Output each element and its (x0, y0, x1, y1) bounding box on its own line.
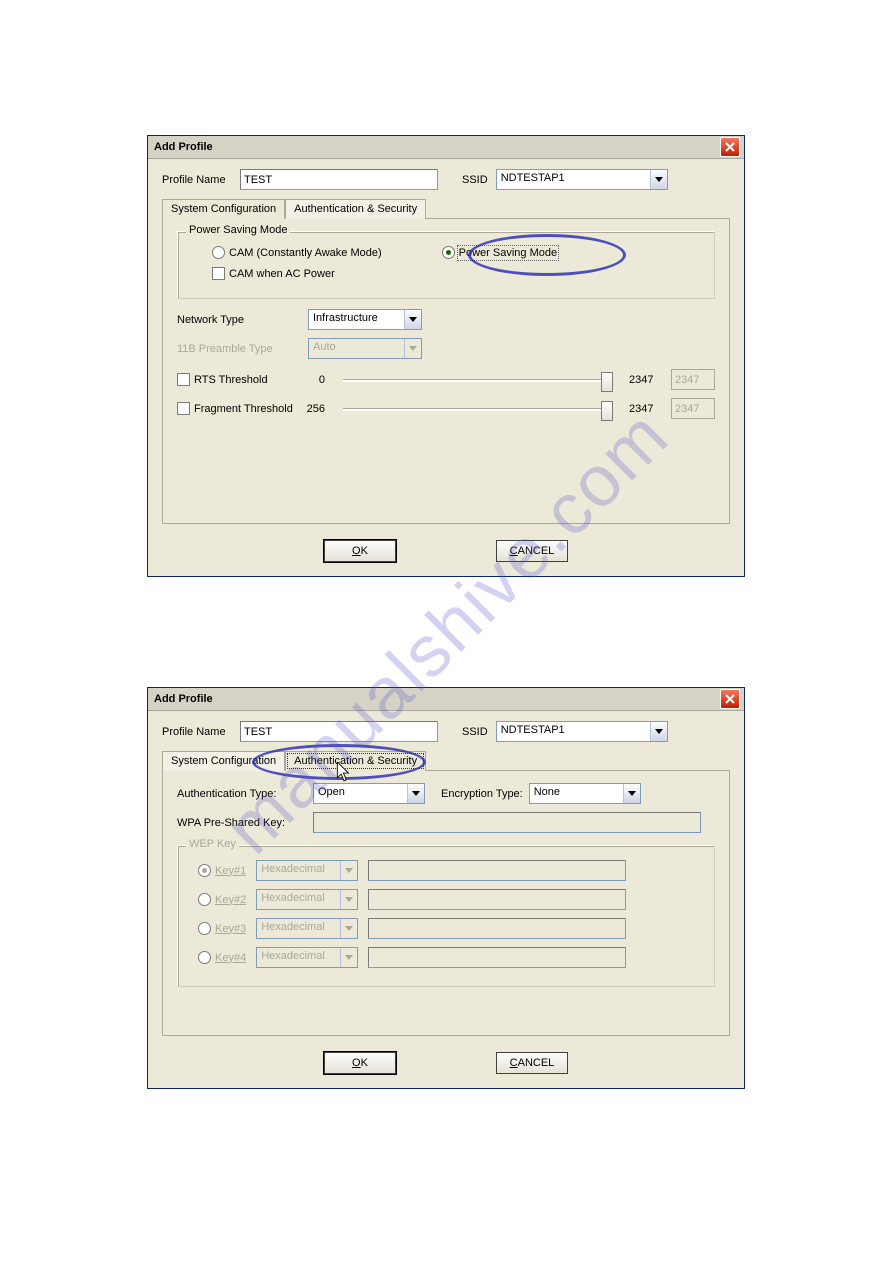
frag-slider[interactable] (335, 399, 619, 419)
key2-format-text: Hexadecimal (257, 890, 340, 909)
auth-type-combo[interactable]: Open (313, 783, 425, 804)
dialog-title: Add Profile (154, 141, 720, 153)
cancel-button[interactable]: CANCEL (496, 540, 568, 562)
ok-button[interactable]: OK (324, 540, 396, 562)
rts-slider[interactable] (335, 370, 619, 390)
rts-value-box (671, 369, 715, 390)
key4-format-text: Hexadecimal (257, 948, 340, 967)
close-button[interactable] (720, 137, 740, 157)
ssid-label: SSID (462, 174, 488, 186)
chevron-down-icon (404, 339, 421, 358)
add-profile-dialog-2: Add Profile Profile Name SSID NDTESTAP1 … (147, 687, 745, 1089)
tab-authentication-security[interactable]: Authentication & Security (285, 199, 426, 219)
ssid-label: SSID (462, 726, 488, 738)
titlebar: Add Profile (148, 688, 744, 711)
network-type-combo[interactable]: Infrastructure (308, 309, 422, 330)
profile-name-input[interactable] (240, 721, 438, 742)
key4-format-combo: Hexadecimal (256, 947, 358, 968)
key4-input (368, 947, 626, 968)
enc-type-text: None (530, 784, 623, 803)
key1-input (368, 860, 626, 881)
wep-key-legend: WEP Key (186, 838, 239, 850)
add-profile-dialog-1: Add Profile Profile Name SSID NDTESTAP1 … (147, 135, 745, 577)
radio-key1: Key#1 (198, 864, 246, 877)
frag-min: 256 (305, 403, 325, 415)
network-type-text: Infrastructure (309, 310, 404, 329)
key1-format-combo: Hexadecimal (256, 860, 358, 881)
check-cam-ac-label: CAM when AC Power (229, 268, 335, 280)
radio-key4: Key#4 (198, 951, 246, 964)
rts-label: RTS Threshold (194, 374, 268, 386)
key2-label: Key#2 (215, 894, 246, 906)
system-config-panel: Power Saving Mode CAM (Constantly Awake … (162, 219, 730, 524)
ssid-combo[interactable]: NDTESTAP1 (496, 169, 668, 190)
enc-type-combo[interactable]: None (529, 783, 641, 804)
preamble-text: Auto (309, 339, 404, 358)
profile-name-label: Profile Name (162, 174, 232, 186)
check-cam-ac-power[interactable]: CAM when AC Power (212, 267, 335, 280)
chevron-down-icon (623, 784, 640, 803)
power-saving-group: Power Saving Mode CAM (Constantly Awake … (177, 231, 715, 299)
radio-cam[interactable]: CAM (Constantly Awake Mode) (212, 246, 382, 259)
ssid-combo-text: NDTESTAP1 (497, 722, 650, 741)
chevron-down-icon (340, 948, 357, 967)
check-rts-threshold[interactable]: RTS Threshold (177, 373, 295, 386)
chevron-down-icon (340, 890, 357, 909)
frag-value-box (671, 398, 715, 419)
radio-key3: Key#3 (198, 922, 246, 935)
network-type-label: Network Type (177, 314, 302, 326)
close-button[interactable] (720, 689, 740, 709)
power-saving-legend: Power Saving Mode (186, 224, 290, 236)
cancel-button[interactable]: CANCEL (496, 1052, 568, 1074)
auth-security-panel: Authentication Type: Open Encryption Typ… (162, 771, 730, 1036)
key3-input (368, 918, 626, 939)
chevron-down-icon (650, 170, 667, 189)
auth-type-label: Authentication Type: (177, 788, 307, 800)
ssid-combo-text: NDTESTAP1 (497, 170, 650, 189)
chevron-down-icon (407, 784, 424, 803)
chevron-down-icon (404, 310, 421, 329)
wep-key-group: WEP Key Key#1 Hexadecimal Key#2 (177, 845, 715, 987)
radio-power-saving[interactable]: Power Saving Mode (442, 246, 557, 259)
close-icon (725, 694, 735, 704)
key4-label: Key#4 (215, 952, 246, 964)
profile-name-input[interactable] (240, 169, 438, 190)
key2-input (368, 889, 626, 910)
key1-label: Key#1 (215, 865, 246, 877)
preamble-label: 11B Preamble Type (177, 343, 302, 355)
tab-system-configuration[interactable]: System Configuration (162, 199, 285, 219)
chevron-down-icon (340, 919, 357, 938)
radio-psm-label: Power Saving Mode (459, 247, 557, 259)
chevron-down-icon (650, 722, 667, 741)
rts-min: 0 (305, 374, 325, 386)
dialog-title: Add Profile (154, 693, 720, 705)
titlebar: Add Profile (148, 136, 744, 159)
frag-max: 2347 (629, 403, 661, 415)
key3-format-combo: Hexadecimal (256, 918, 358, 939)
frag-label: Fragment Threshold (194, 403, 293, 415)
ssid-combo[interactable]: NDTESTAP1 (496, 721, 668, 742)
chevron-down-icon (340, 861, 357, 880)
profile-name-label: Profile Name (162, 726, 232, 738)
key3-label: Key#3 (215, 923, 246, 935)
tab-bar: System Configuration Authentication & Se… (162, 198, 730, 219)
auth-type-text: Open (314, 784, 407, 803)
check-fragment-threshold[interactable]: Fragment Threshold (177, 402, 295, 415)
ok-button[interactable]: OK (324, 1052, 396, 1074)
tab-system-configuration[interactable]: System Configuration (162, 751, 285, 771)
tab-authentication-security[interactable]: Authentication & Security (285, 751, 426, 771)
radio-key2: Key#2 (198, 893, 246, 906)
preamble-combo: Auto (308, 338, 422, 359)
wpa-psk-input (313, 812, 701, 833)
wpa-psk-label: WPA Pre-Shared Key: (177, 817, 307, 829)
key1-format-text: Hexadecimal (257, 861, 340, 880)
radio-cam-label: CAM (Constantly Awake Mode) (229, 247, 382, 259)
enc-type-label: Encryption Type: (441, 788, 523, 800)
rts-max: 2347 (629, 374, 661, 386)
close-icon (725, 142, 735, 152)
key2-format-combo: Hexadecimal (256, 889, 358, 910)
key3-format-text: Hexadecimal (257, 919, 340, 938)
tab-bar: System Configuration Authentication & Se… (162, 750, 730, 771)
